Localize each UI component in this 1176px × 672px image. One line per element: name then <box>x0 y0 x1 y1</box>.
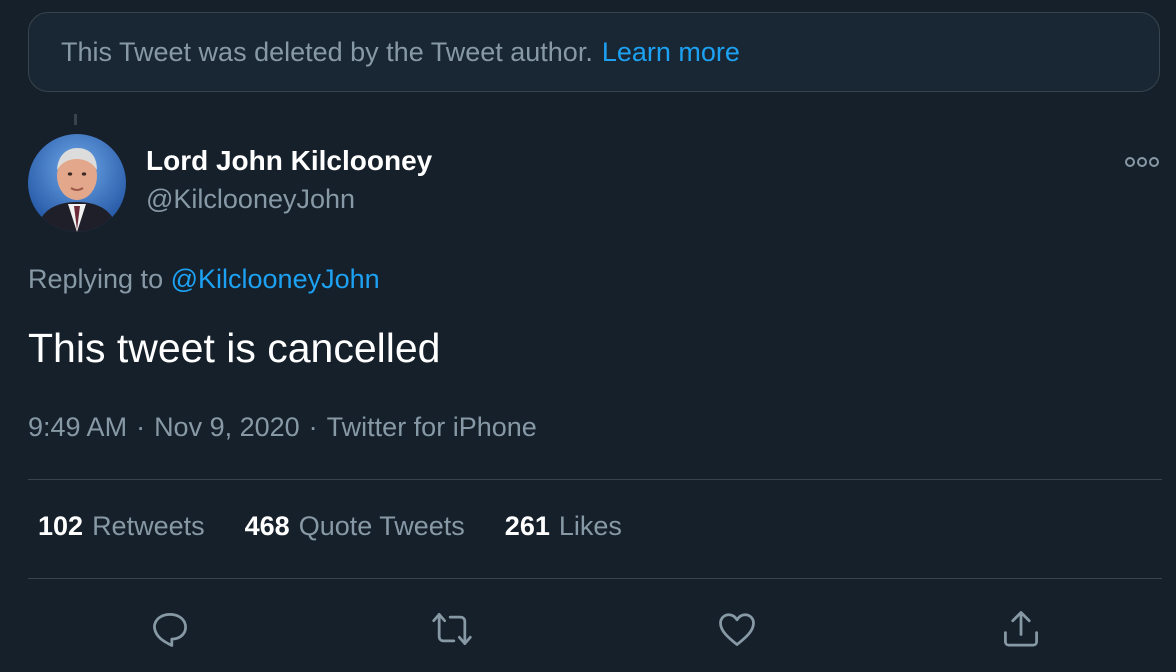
meta-separator: · <box>136 412 146 442</box>
divider <box>28 479 1162 480</box>
retweets-count: 102 <box>38 511 84 541</box>
tweet-source[interactable]: Twitter for iPhone <box>327 412 537 442</box>
likes-stat[interactable]: 261 Likes <box>505 511 622 542</box>
quote-tweets-label: Quote Tweets <box>298 511 465 541</box>
quote-tweets-count: 468 <box>244 511 290 541</box>
tweet-actions-bar <box>0 607 1176 651</box>
tweet-text: This tweet is cancelled <box>28 325 441 371</box>
tweet-page: This Tweet was deleted by the Tweet auth… <box>0 0 1176 672</box>
quote-tweets-stat[interactable]: 468 Quote Tweets <box>245 511 465 542</box>
avatar[interactable] <box>28 134 126 232</box>
like-icon[interactable] <box>715 607 759 651</box>
avatar-image <box>28 134 126 232</box>
meta-separator: · <box>308 412 318 442</box>
author-display-name[interactable]: Lord John Kilclooney <box>146 145 432 177</box>
retweets-label: Retweets <box>92 511 205 541</box>
tweet-time[interactable]: 9:49 AM <box>28 412 127 442</box>
engagement-stats: 102 Retweets 468 Quote Tweets 261 Likes <box>38 511 662 542</box>
deleted-banner-text: This Tweet was deleted by the Tweet auth… <box>61 36 593 67</box>
likes-label: Likes <box>558 511 622 541</box>
author-handle[interactable]: @KilclooneyJohn <box>146 184 355 215</box>
likes-count: 261 <box>504 511 550 541</box>
divider <box>28 578 1162 579</box>
share-icon[interactable] <box>999 607 1043 651</box>
replying-to-line: Replying to @KilclooneyJohn <box>28 264 380 295</box>
retweet-icon[interactable] <box>430 607 474 651</box>
retweets-stat[interactable]: 102 Retweets <box>38 511 205 542</box>
learn-more-link[interactable]: Learn more <box>602 37 740 68</box>
reply-icon[interactable] <box>148 607 192 651</box>
more-options-icon[interactable] <box>1124 150 1160 174</box>
deleted-tweet-banner: This Tweet was deleted by the Tweet auth… <box>28 12 1160 92</box>
reply-mention-link[interactable]: @KilclooneyJohn <box>171 264 380 294</box>
tweet-meta: 9:49 AM · Nov 9, 2020 · Twitter for iPhone <box>28 412 537 443</box>
thread-connector-line <box>74 114 77 125</box>
replying-to-label: Replying to <box>28 264 164 294</box>
tweet-date[interactable]: Nov 9, 2020 <box>154 412 300 442</box>
